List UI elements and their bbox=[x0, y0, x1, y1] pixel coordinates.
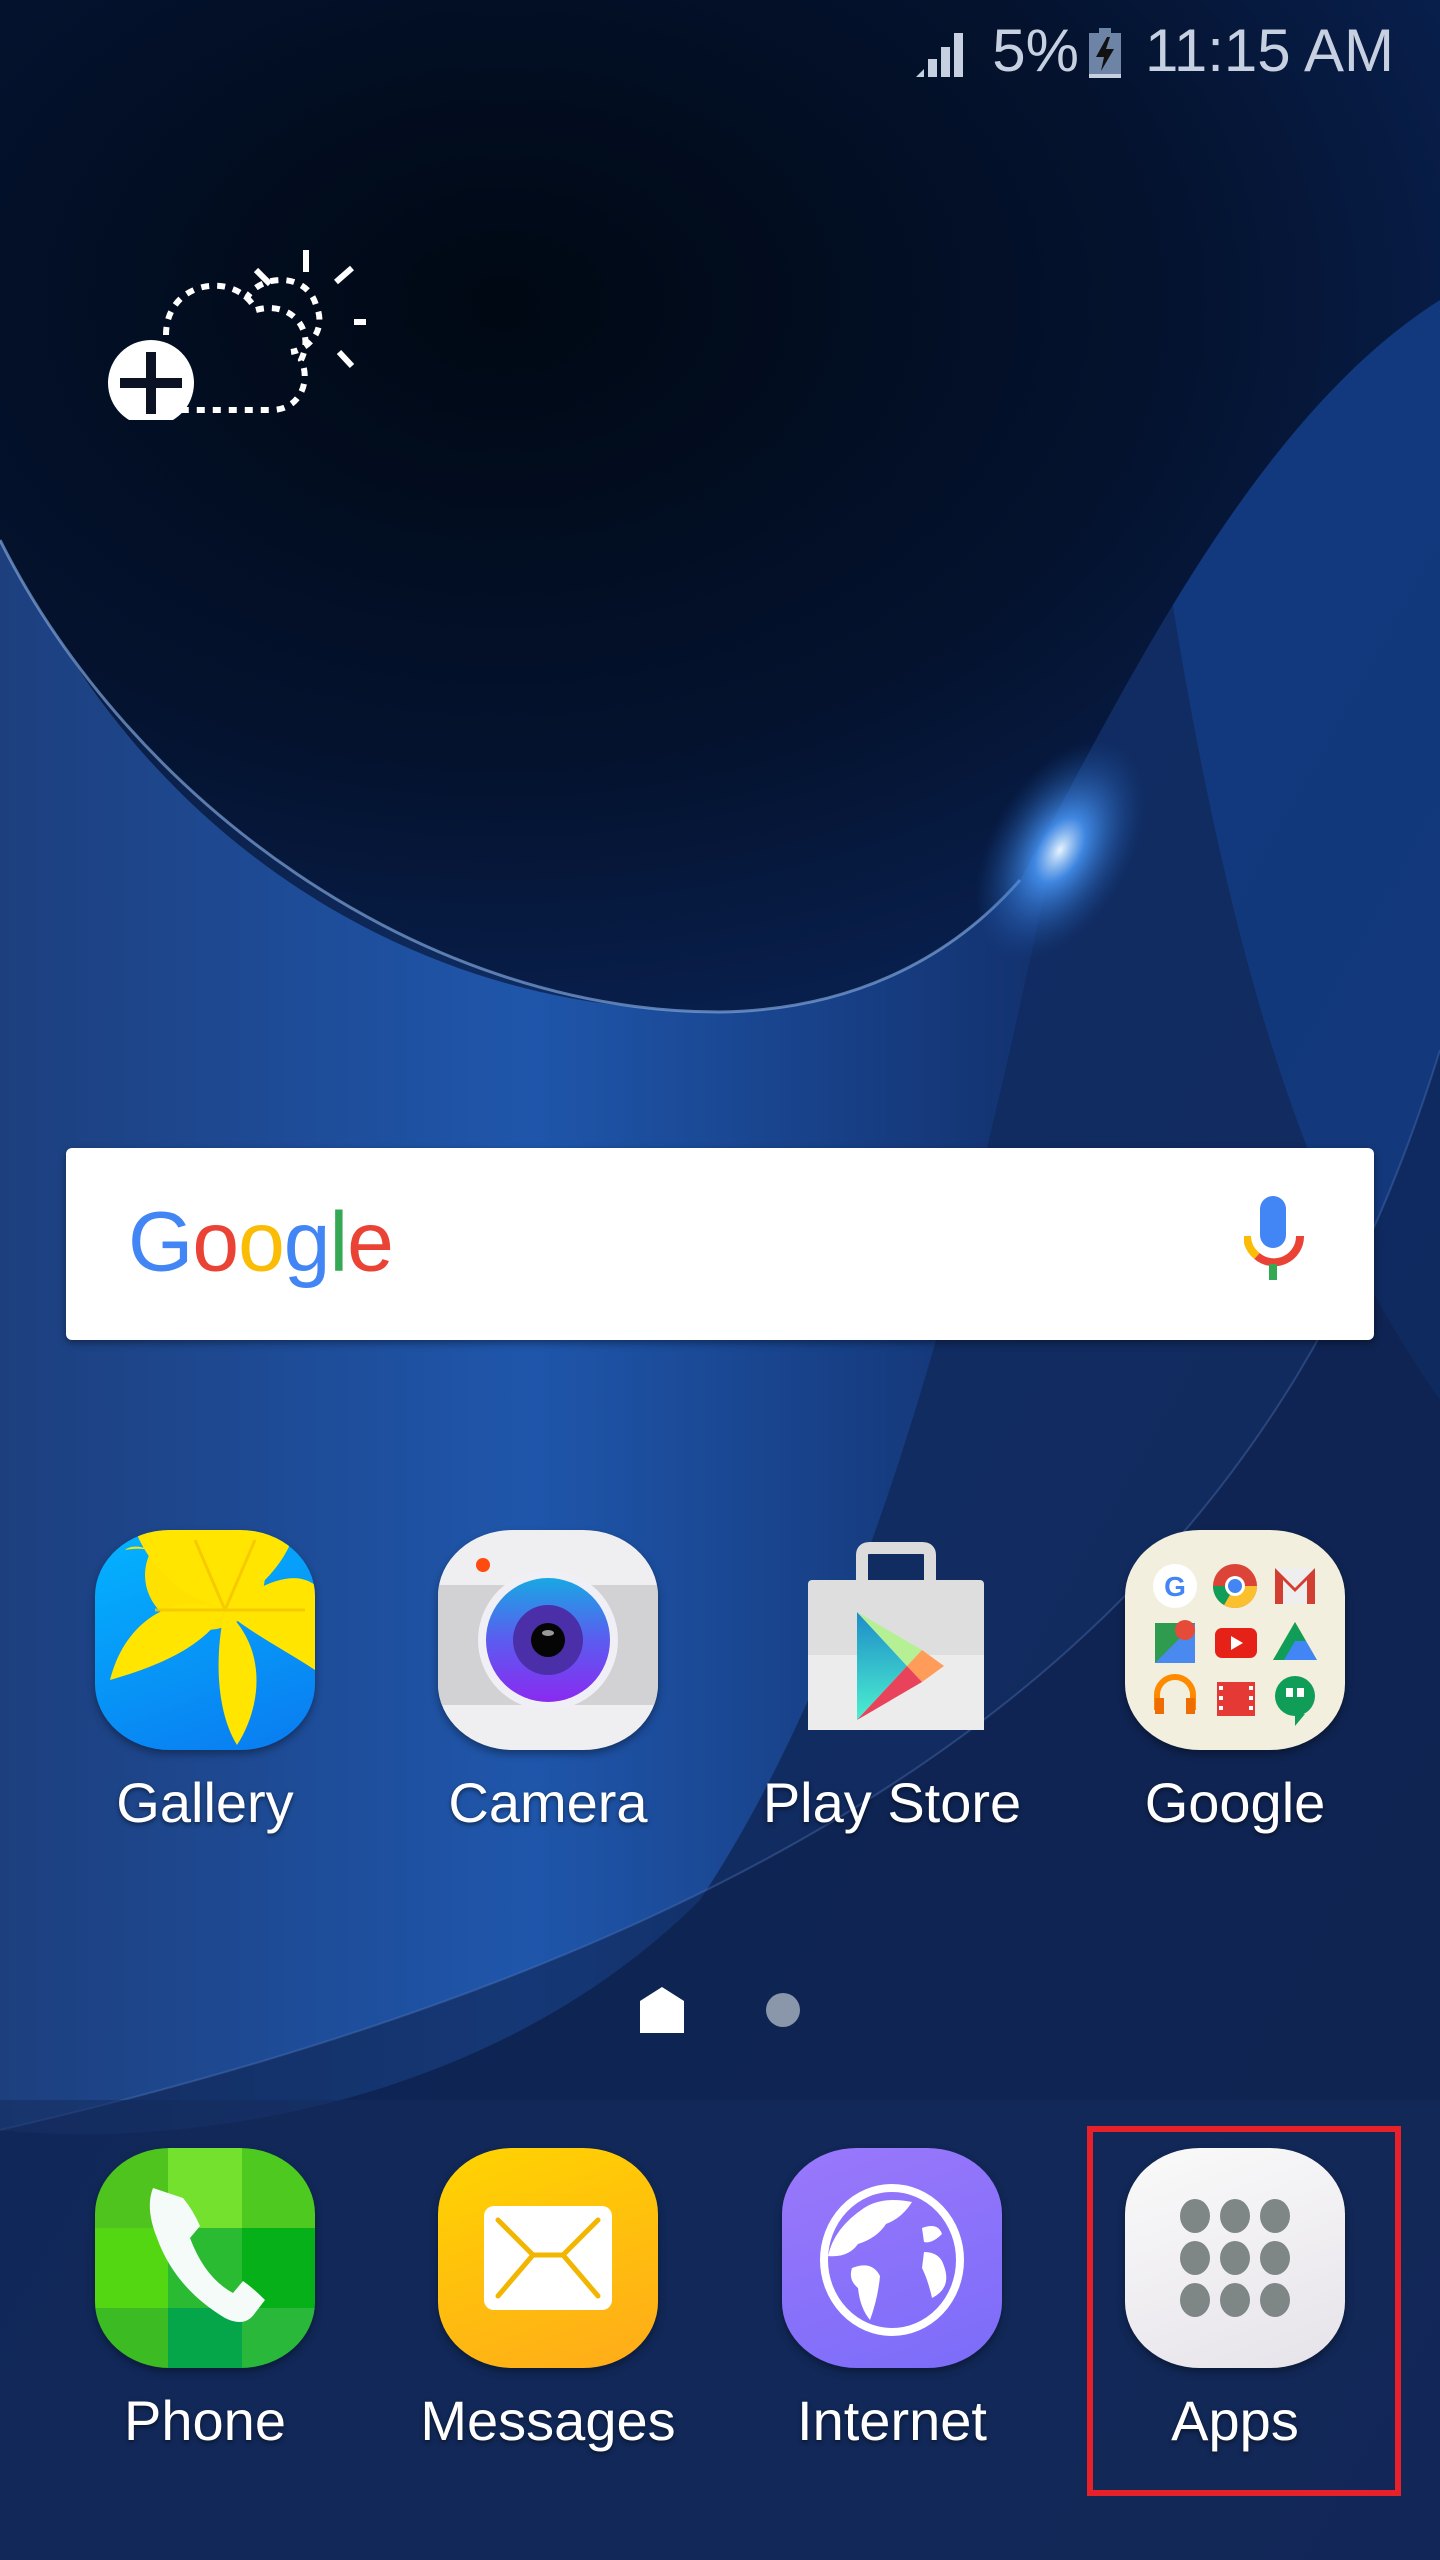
battery-charging-icon bbox=[1088, 28, 1121, 78]
page-dot[interactable] bbox=[766, 1993, 800, 2027]
messages-icon bbox=[438, 2148, 658, 2368]
app-label: Play Store bbox=[762, 1771, 1022, 1834]
play-store-icon bbox=[782, 1530, 1002, 1750]
voice-search-icon[interactable] bbox=[1244, 1196, 1304, 1288]
apps-grid-icon bbox=[1125, 2148, 1345, 2368]
logo-letter: o bbox=[238, 1194, 285, 1289]
signal-bars-icon bbox=[916, 33, 964, 77]
page-indicator bbox=[0, 1985, 1440, 2035]
internet-icon bbox=[782, 2148, 1002, 2368]
phone-icon bbox=[95, 2148, 315, 2368]
add-weather-icon bbox=[108, 250, 374, 426]
home-page-indicator-icon[interactable] bbox=[640, 1987, 684, 2033]
app-label: Internet bbox=[797, 2389, 987, 2452]
logo-letter: l bbox=[329, 1194, 349, 1289]
google-search-bar[interactable]: Google bbox=[66, 1148, 1374, 1340]
logo-letter: G bbox=[128, 1194, 193, 1289]
app-label: Phone bbox=[124, 2389, 286, 2452]
app-gallery[interactable]: Gallery bbox=[55, 1530, 355, 1835]
app-messages[interactable]: Messages bbox=[398, 2148, 698, 2453]
app-label: Apps bbox=[1171, 2389, 1299, 2452]
logo-letter: o bbox=[192, 1194, 239, 1289]
logo-letter: g bbox=[283, 1194, 331, 1289]
clock: 11:15 AM bbox=[1144, 16, 1394, 84]
app-play-store[interactable]: Play Store bbox=[742, 1530, 1042, 1835]
app-label: Google bbox=[1144, 1771, 1326, 1834]
add-weather-widget[interactable] bbox=[106, 240, 374, 426]
status-bar: 5% 11:15 AM bbox=[916, 0, 1440, 100]
google-folder-icon: G bbox=[1125, 1530, 1345, 1750]
google-logo: Google bbox=[128, 1194, 394, 1291]
camera-icon bbox=[438, 1530, 658, 1750]
app-phone[interactable]: Phone bbox=[55, 2148, 355, 2453]
gallery-icon bbox=[95, 1530, 315, 1750]
app-apps-drawer[interactable]: Apps bbox=[1085, 2148, 1385, 2453]
logo-letter: e bbox=[347, 1194, 394, 1289]
battery-percent: 5% bbox=[992, 16, 1079, 84]
app-label: Camera bbox=[448, 1771, 648, 1834]
svg-text:G: G bbox=[1164, 1571, 1186, 1602]
app-internet[interactable]: Internet bbox=[742, 2148, 1042, 2453]
app-label: Gallery bbox=[116, 1771, 294, 1834]
app-google-folder[interactable]: G Google bbox=[1085, 1530, 1385, 1835]
app-label: Messages bbox=[420, 2389, 676, 2452]
app-camera[interactable]: Camera bbox=[398, 1530, 698, 1835]
